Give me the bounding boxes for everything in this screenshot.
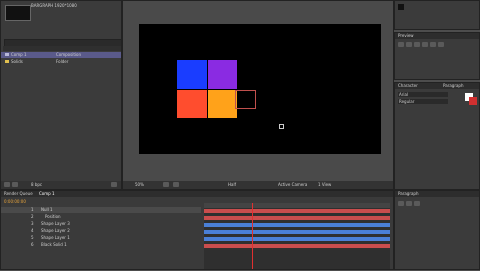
first-frame-icon[interactable]: [398, 42, 404, 47]
layer-number: 1: [31, 207, 34, 212]
snapshot-icon[interactable]: [163, 182, 169, 187]
selection-box: [235, 90, 256, 109]
layer-number: 5: [31, 235, 34, 240]
composition-viewer: 50% Half Active Camera 1 View: [122, 0, 394, 190]
track-bar-shape3[interactable]: [204, 223, 390, 227]
font-name: Arial: [399, 92, 409, 97]
info-color-swatch: [398, 4, 404, 10]
font-select[interactable]: Arial: [398, 92, 448, 97]
layer-row[interactable]: 5 Shape Layer 1: [1, 235, 201, 241]
project-item-label: Comp 1: [11, 52, 27, 57]
new-folder-icon[interactable]: [4, 182, 10, 187]
time-ruler[interactable]: [204, 203, 390, 208]
timeline-tracks: [204, 203, 390, 269]
layer-name: Position: [45, 214, 61, 219]
blue-square[interactable]: [177, 60, 207, 89]
layer-row[interactable]: 6 Black Solid 1: [1, 242, 201, 248]
info-panel: [394, 0, 480, 30]
layer-list: 1 Null 1 2 Position 3 Shape Layer 3 4 Sh…: [1, 207, 201, 271]
camera-select[interactable]: Active Camera: [278, 182, 307, 187]
character-header: Character Paragraph: [395, 83, 479, 89]
track-bar-solid[interactable]: [204, 244, 390, 248]
tab-render-queue[interactable]: Render Queue: [4, 191, 33, 196]
project-panel: BARGRAPH 1920*1080 Comp 1 Composition So…: [0, 0, 122, 190]
align-panel: Paragraph: [394, 190, 480, 270]
play-icon[interactable]: [414, 42, 420, 47]
layer-name: Black Solid 1: [41, 242, 67, 247]
character-title: Character: [398, 83, 418, 88]
purple-square[interactable]: [208, 60, 237, 89]
layer-row[interactable]: 4 Shape Layer 2: [1, 228, 201, 234]
layer-name: Shape Layer 1: [41, 235, 70, 240]
track-bar-shape1[interactable]: [204, 237, 390, 241]
tab-comp[interactable]: Comp 1: [39, 191, 55, 196]
folder-icon: [5, 60, 9, 63]
track-bar-position[interactable]: [204, 216, 390, 220]
project-footer: 8 bpc: [1, 181, 121, 189]
project-item-label: Solids: [11, 59, 23, 64]
paragraph-tab[interactable]: Paragraph: [443, 83, 464, 88]
layer-name: Shape Layer 2: [41, 228, 70, 233]
character-panel: Character Paragraph Arial Regular: [394, 82, 480, 190]
project-item-solids[interactable]: Solids Folder: [1, 59, 121, 65]
new-comp-icon[interactable]: [12, 182, 18, 187]
project-item-type: Composition: [56, 52, 81, 57]
view-layout-select[interactable]: 1 View: [318, 182, 331, 187]
viewer-toolbar: 50% Half Active Camera 1 View: [123, 181, 393, 189]
trash-icon[interactable]: [111, 182, 117, 187]
layer-row[interactable]: 2 Position: [1, 214, 201, 220]
align-right-icon[interactable]: [414, 201, 420, 206]
orange-square[interactable]: [208, 90, 237, 118]
layer-row[interactable]: 1 Null 1: [1, 207, 201, 213]
orange-red-square[interactable]: [177, 90, 207, 118]
align-left-icon[interactable]: [398, 201, 404, 206]
timeline-panel: Render Queue Comp 1 0:00:00:00 1 Null 1 …: [0, 190, 394, 270]
layer-number: 2: [31, 214, 34, 219]
ram-preview-icon[interactable]: [438, 42, 444, 47]
layer-number: 3: [31, 221, 34, 226]
layer-name: Null 1: [41, 207, 53, 212]
zoom-select[interactable]: 50%: [135, 182, 144, 187]
current-time-indicator[interactable]: [252, 203, 253, 269]
track-bar-null[interactable]: [204, 209, 390, 213]
project-comp-name: BARGRAPH 1920*1080: [31, 3, 77, 8]
preview-title: Preview: [398, 33, 414, 38]
layer-row[interactable]: 3 Shape Layer 3: [1, 221, 201, 227]
last-frame-icon[interactable]: [430, 42, 436, 47]
layer-number: 6: [31, 242, 34, 247]
resolution-select[interactable]: Half: [228, 182, 236, 187]
font-style: Regular: [399, 99, 415, 104]
bpc-label[interactable]: 8 bpc: [31, 182, 42, 187]
timecode[interactable]: 0:00:00:00: [4, 199, 26, 204]
next-frame-icon[interactable]: [422, 42, 428, 47]
align-title: Paragraph: [398, 191, 419, 196]
stroke-color-swatch[interactable]: [469, 97, 477, 105]
composition-icon: [5, 53, 9, 56]
null-anchor-icon: [279, 124, 284, 129]
preview-header: Preview: [395, 33, 479, 39]
layer-name: Shape Layer 3: [41, 221, 70, 226]
prev-frame-icon[interactable]: [406, 42, 412, 47]
align-header: Paragraph: [395, 191, 479, 197]
style-select[interactable]: Regular: [398, 99, 448, 104]
preview-panel: Preview: [394, 32, 480, 80]
show-channel-icon[interactable]: [173, 182, 179, 187]
timeline-tabs: Render Queue Comp 1: [1, 191, 393, 197]
track-bar-shape2[interactable]: [204, 230, 390, 234]
project-item-comp[interactable]: Comp 1 Composition: [1, 52, 121, 58]
project-thumbnail: [5, 5, 31, 21]
comp-canvas[interactable]: [139, 24, 381, 154]
align-center-icon[interactable]: [406, 201, 412, 206]
layer-number: 4: [31, 228, 34, 233]
project-item-type: Folder: [56, 59, 69, 64]
project-columns-header: [3, 46, 121, 51]
